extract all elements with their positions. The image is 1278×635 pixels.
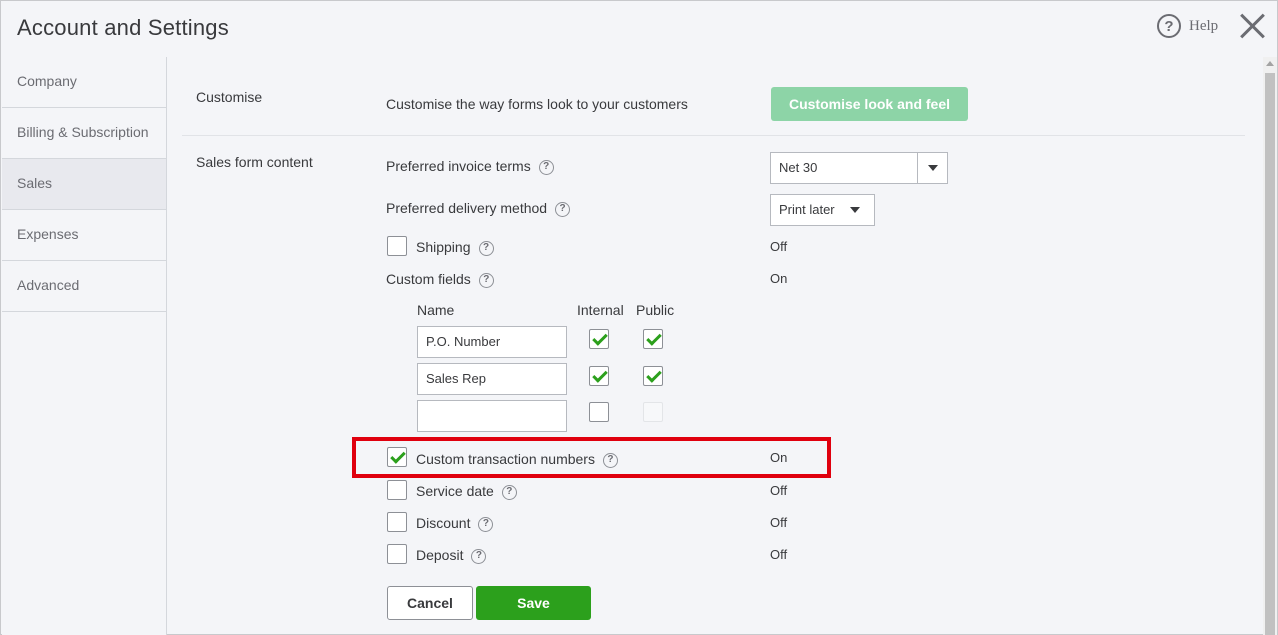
custom-field-name-input[interactable]: Sales Rep bbox=[417, 363, 567, 395]
custom-fields-status: On bbox=[770, 271, 788, 286]
delivery-method-label: Preferred delivery method bbox=[386, 200, 548, 216]
customise-section-label: Customise bbox=[196, 89, 263, 105]
save-button[interactable]: Save bbox=[476, 586, 591, 620]
column-header-name: Name bbox=[417, 302, 455, 318]
discount-row: Discount? bbox=[416, 515, 494, 532]
help-circle-icon[interactable]: ? bbox=[471, 548, 487, 564]
custom-field-public-checkbox bbox=[643, 402, 663, 422]
custom-field-name-input[interactable]: P.O. Number bbox=[417, 326, 567, 358]
custom-transaction-numbers-checkbox[interactable] bbox=[387, 447, 407, 467]
custom-field-internal-checkbox[interactable] bbox=[589, 402, 609, 422]
invoice-terms-value: Net 30 bbox=[779, 160, 818, 175]
custom-transaction-numbers-row: Custom transaction numbers? bbox=[416, 451, 618, 468]
help-circle-icon[interactable]: ? bbox=[501, 484, 517, 500]
discount-checkbox[interactable] bbox=[387, 512, 407, 532]
help-circle-icon[interactable]: ? bbox=[478, 516, 494, 532]
shipping-checkbox[interactable] bbox=[387, 236, 407, 256]
sidebar-item-company[interactable]: Company bbox=[2, 57, 166, 108]
discount-status: Off bbox=[770, 515, 788, 530]
help-circle-icon[interactable]: ? bbox=[478, 272, 494, 288]
custom-transaction-numbers-label: Custom transaction numbers bbox=[416, 451, 595, 467]
sidebar-item-expenses[interactable]: Expenses bbox=[2, 210, 166, 261]
help-circle-icon[interactable]: ? bbox=[602, 452, 618, 468]
help-circle-icon[interactable]: ? bbox=[555, 201, 571, 217]
customise-description: Customise the way forms look to your cus… bbox=[386, 96, 688, 112]
deposit-checkbox[interactable] bbox=[387, 544, 407, 564]
deposit-row: Deposit? bbox=[416, 547, 487, 564]
shipping-label: Shipping bbox=[416, 239, 471, 255]
delivery-method-value: Print later bbox=[779, 202, 835, 217]
sidebar: Company Billing & Subscription Sales Exp… bbox=[2, 57, 167, 635]
settings-content: Customise Customise the way forms look t… bbox=[167, 57, 1261, 635]
custom-field-name-input[interactable] bbox=[417, 400, 567, 432]
close-icon[interactable] bbox=[1238, 12, 1266, 40]
custom-field-public-checkbox[interactable] bbox=[643, 329, 663, 349]
delivery-method-select[interactable]: Print later bbox=[770, 194, 875, 226]
help-circle-icon[interactable]: ? bbox=[478, 240, 494, 256]
scroll-thumb[interactable] bbox=[1265, 73, 1275, 635]
service-date-row: Service date? bbox=[416, 483, 517, 500]
deposit-label: Deposit bbox=[416, 547, 464, 563]
chevron-down-icon bbox=[917, 153, 947, 183]
custom-field-internal-checkbox[interactable] bbox=[589, 366, 609, 386]
custom-field-public-checkbox[interactable] bbox=[643, 366, 663, 386]
help-button[interactable]: ? Help bbox=[1157, 14, 1218, 38]
custom-field-internal-checkbox[interactable] bbox=[589, 329, 609, 349]
invoice-terms-row: Preferred invoice terms? bbox=[386, 158, 554, 175]
custom-fields-label: Custom fields bbox=[386, 271, 471, 287]
section-divider bbox=[182, 135, 1245, 136]
scroll-up-arrow-icon[interactable] bbox=[1266, 61, 1274, 66]
sidebar-item-billing[interactable]: Billing & Subscription bbox=[2, 108, 166, 159]
column-header-public: Public bbox=[636, 302, 675, 318]
caret-down-icon bbox=[844, 195, 874, 225]
delivery-method-row: Preferred delivery method? bbox=[386, 200, 571, 217]
sidebar-item-advanced[interactable]: Advanced bbox=[2, 261, 166, 312]
settings-window: Account and Settings ? Help Company Bill… bbox=[0, 0, 1278, 635]
shipping-status: Off bbox=[770, 239, 788, 254]
discount-label: Discount bbox=[416, 515, 471, 531]
sidebar-item-sales[interactable]: Sales bbox=[2, 159, 166, 210]
help-label: Help bbox=[1189, 17, 1219, 34]
custom-fields-row: Custom fields? bbox=[386, 271, 494, 288]
column-header-internal: Internal bbox=[577, 302, 624, 318]
customise-look-button[interactable]: Customise look and feel bbox=[771, 87, 968, 121]
invoice-terms-select[interactable]: Net 30 bbox=[770, 152, 948, 184]
vertical-scrollbar[interactable] bbox=[1263, 57, 1277, 635]
sales-form-section-label: Sales form content bbox=[196, 154, 313, 170]
cancel-button[interactable]: Cancel bbox=[387, 586, 473, 620]
service-date-label: Service date bbox=[416, 483, 494, 499]
shipping-row: Shipping? bbox=[416, 239, 494, 256]
service-date-checkbox[interactable] bbox=[387, 480, 407, 500]
service-date-status: Off bbox=[770, 483, 788, 498]
help-circle-icon[interactable]: ? bbox=[538, 159, 554, 175]
help-icon: ? bbox=[1157, 14, 1181, 38]
invoice-terms-label: Preferred invoice terms bbox=[386, 158, 531, 174]
deposit-status: Off bbox=[770, 547, 788, 562]
page-title: Account and Settings bbox=[17, 15, 229, 40]
custom-transaction-numbers-status: On bbox=[770, 450, 788, 465]
